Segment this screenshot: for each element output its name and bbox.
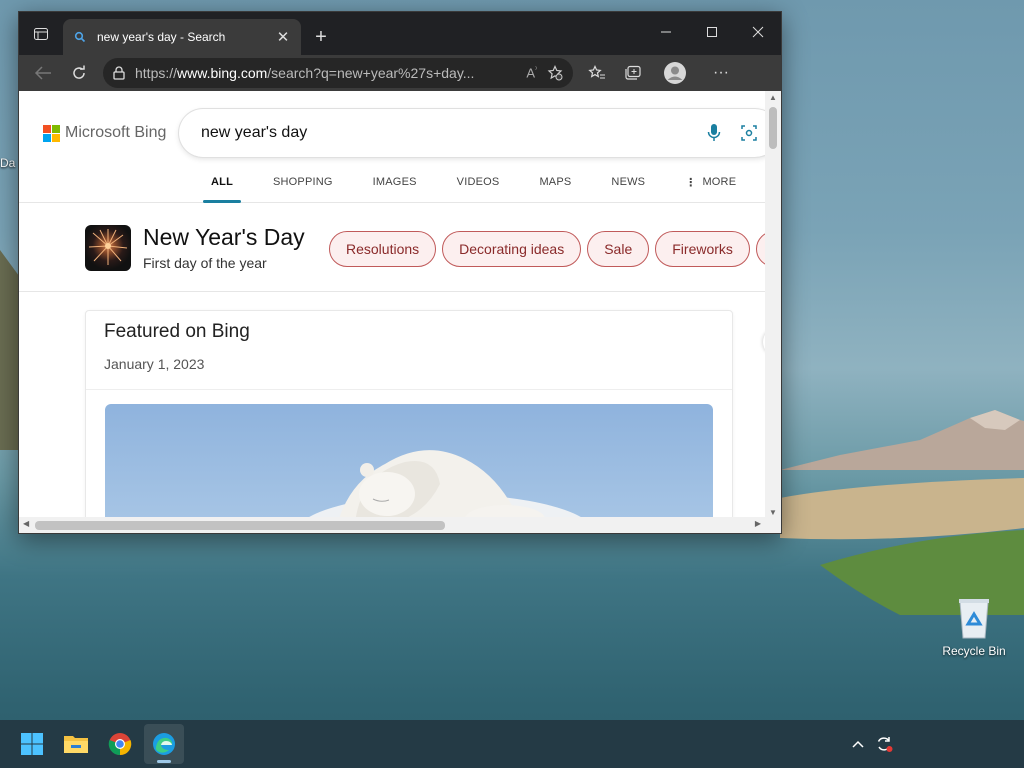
collections-button[interactable] bbox=[615, 57, 651, 89]
card-title: Featured on Bing bbox=[104, 321, 250, 342]
horizontal-scrollbar[interactable]: ◀ ▶ bbox=[19, 517, 781, 533]
collections-icon bbox=[625, 65, 641, 80]
nav-all[interactable]: ALL bbox=[191, 163, 253, 203]
nav-maps[interactable]: MAPS bbox=[519, 163, 591, 201]
browser-window: new year's day - Search ✕ + https://www.… bbox=[18, 11, 782, 534]
lock-icon[interactable] bbox=[113, 66, 125, 80]
edge-icon bbox=[153, 733, 175, 755]
nav-news[interactable]: NEWS bbox=[591, 163, 665, 201]
url-domain: www.bing.com bbox=[177, 65, 268, 81]
nav-videos[interactable]: VIDEOS bbox=[437, 163, 520, 201]
close-window-button[interactable] bbox=[735, 12, 781, 52]
refresh-button[interactable] bbox=[61, 57, 97, 89]
scroll-down-icon[interactable]: ▼ bbox=[769, 508, 777, 517]
horizontal-scroll-thumb[interactable] bbox=[35, 521, 445, 530]
close-tab-icon[interactable]: ✕ bbox=[275, 28, 291, 46]
browser-titlebar: new year's day - Search ✕ + bbox=[19, 12, 781, 55]
related-chips: Resolutions Decorating ideas Sale Firewo… bbox=[329, 231, 765, 267]
bing-logo[interactable]: Microsoft Bing bbox=[43, 124, 166, 142]
nav-images[interactable]: IMAGES bbox=[353, 163, 437, 201]
microsoft-logo-icon bbox=[43, 124, 60, 142]
nav-more-label: MORE bbox=[702, 176, 737, 188]
show-hidden-icons-button[interactable] bbox=[846, 732, 870, 756]
recycle-bin-label: Recycle Bin bbox=[942, 644, 1006, 658]
scroll-left-icon[interactable]: ◀ bbox=[23, 519, 29, 528]
file-explorer-button[interactable] bbox=[56, 724, 96, 764]
search-query: new year's day bbox=[201, 124, 308, 141]
bing-logo-text: Microsoft Bing bbox=[65, 124, 167, 141]
profile-button[interactable] bbox=[657, 57, 693, 89]
scroll-right-icon[interactable]: ▶ bbox=[755, 519, 761, 528]
sync-status-button[interactable] bbox=[872, 732, 896, 756]
start-button[interactable] bbox=[12, 724, 52, 764]
search-nav: ALL SHOPPING IMAGES VIDEOS MAPS NEWS ⋮ MO… bbox=[191, 163, 756, 203]
nav-shopping[interactable]: SHOPPING bbox=[253, 163, 353, 201]
favorites-button[interactable] bbox=[579, 57, 615, 89]
search-input[interactable]: new year's day bbox=[179, 109, 765, 157]
visual-search-icon[interactable] bbox=[741, 124, 757, 142]
read-aloud-icon[interactable]: A⁾ bbox=[526, 65, 537, 80]
address-bar[interactable]: https://www.bing.com/search?q=new+year%2… bbox=[103, 58, 573, 88]
bing-header: Microsoft Bing new year's day ALL SHOPPI… bbox=[19, 91, 765, 203]
chip-fireworks[interactable]: Fireworks bbox=[655, 231, 750, 267]
featured-card: Featured on Bing January 1, 2023 bbox=[85, 310, 733, 519]
chip-next-partial[interactable] bbox=[755, 231, 765, 267]
recycle-bin-shortcut[interactable]: Recycle Bin bbox=[936, 596, 1012, 658]
favorites-icon bbox=[588, 65, 605, 79]
system-tray bbox=[844, 732, 896, 756]
folder-icon bbox=[64, 736, 88, 753]
maximize-button[interactable] bbox=[689, 12, 735, 52]
mountain-scenery bbox=[780, 410, 1024, 470]
tab-actions-button[interactable] bbox=[19, 12, 63, 55]
window-controls bbox=[643, 12, 781, 52]
new-tab-button[interactable]: + bbox=[301, 19, 341, 55]
tab-bing-search[interactable]: new year's day - Search ✕ bbox=[63, 19, 301, 55]
vertical-scroll-thumb[interactable] bbox=[769, 107, 777, 149]
taskbar bbox=[0, 720, 1024, 768]
more-dots-icon: ⋮ bbox=[685, 176, 697, 189]
search-icon bbox=[73, 30, 87, 44]
back-arrow-icon bbox=[34, 66, 51, 80]
refresh-icon bbox=[73, 65, 85, 79]
back-button[interactable] bbox=[25, 57, 61, 89]
entity-subtitle: First day of the year bbox=[143, 255, 267, 271]
fireworks-thumbnail[interactable] bbox=[85, 225, 131, 271]
browser-toolbar: https://www.bing.com/search?q=new+year%2… bbox=[19, 55, 781, 91]
desktop-icon-partial-label[interactable]: Da bbox=[0, 156, 15, 170]
microphone-icon[interactable] bbox=[707, 123, 721, 143]
entity-header: New Year's Day First day of the year Res… bbox=[19, 204, 765, 292]
tab-actions-icon bbox=[34, 27, 48, 40]
chrome-icon bbox=[108, 733, 132, 756]
url-text: https://www.bing.com/search?q=new+year%2… bbox=[135, 65, 516, 81]
chip-resolutions[interactable]: Resolutions bbox=[329, 231, 437, 267]
chip-decorating-ideas[interactable]: Decorating ideas bbox=[442, 231, 582, 267]
url-path: /search?q=new+year%27s+day... bbox=[267, 65, 475, 81]
vertical-scrollbar[interactable]: ▲ ▼ bbox=[765, 91, 781, 519]
avatar bbox=[664, 62, 686, 84]
card-divider bbox=[86, 389, 732, 390]
minimize-button[interactable] bbox=[643, 12, 689, 52]
add-favorite-icon[interactable] bbox=[547, 65, 563, 81]
nav-more[interactable]: ⋮ MORE bbox=[665, 163, 756, 201]
windows-logo-icon bbox=[21, 733, 43, 755]
recycle-bin-icon bbox=[959, 599, 989, 639]
scroll-up-icon[interactable]: ▲ bbox=[769, 93, 777, 102]
sync-icon bbox=[877, 737, 893, 752]
entity-title: New Year's Day bbox=[143, 224, 305, 250]
chrome-button[interactable] bbox=[100, 724, 140, 764]
settings-menu-button[interactable]: ··· bbox=[703, 57, 739, 89]
polar-bear-image[interactable] bbox=[105, 404, 713, 519]
chevron-up-icon bbox=[852, 740, 864, 748]
card-date: January 1, 2023 bbox=[104, 356, 205, 372]
tab-title: new year's day - Search bbox=[97, 30, 226, 44]
chip-sale[interactable]: Sale bbox=[587, 231, 650, 267]
edge-button[interactable] bbox=[144, 724, 184, 764]
url-prefix: https:// bbox=[135, 65, 178, 81]
web-page: Microsoft Bing new year's day ALL SHOPPI… bbox=[19, 91, 765, 519]
